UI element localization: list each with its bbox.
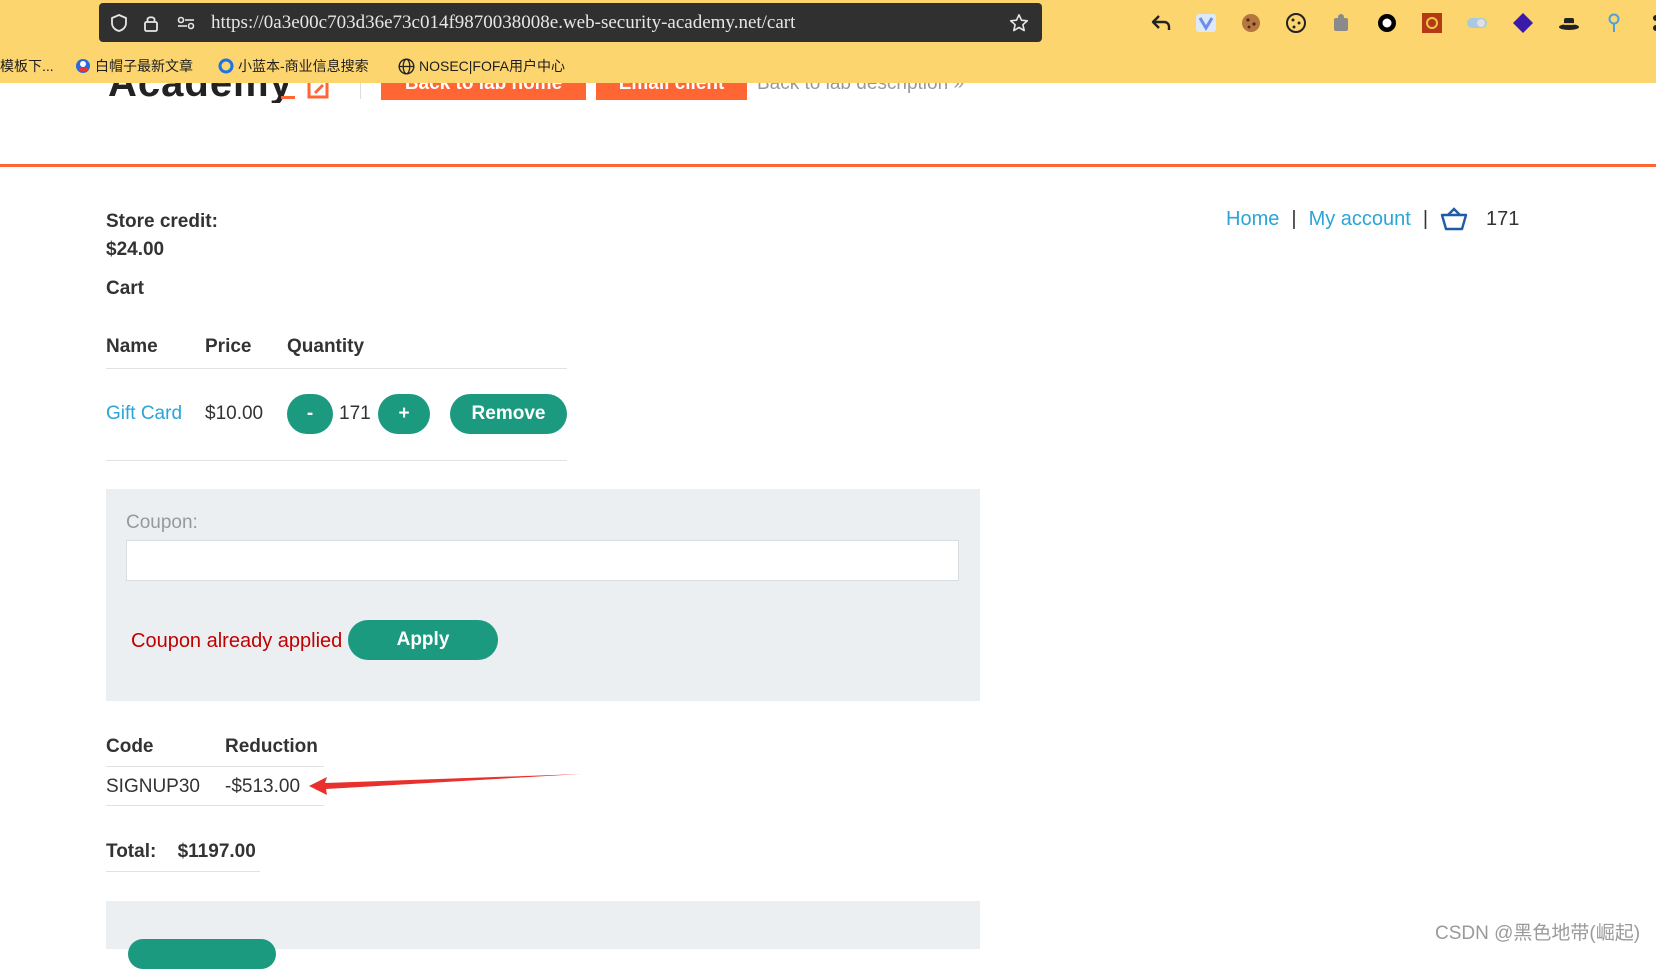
bookmark-label: 白帽子最新文章 [95, 58, 193, 74]
address-bar[interactable]: https://0a3e00c703d36e73c014f9870038008e… [99, 3, 1042, 42]
logo-text: Academy [108, 83, 288, 103]
puzzle-icon[interactable] [1330, 12, 1352, 34]
table-rule [106, 871, 260, 872]
url-text[interactable]: https://0a3e00c703d36e73c014f9870038008e… [211, 12, 795, 34]
bookmark-item[interactable]: 白帽子最新文章 [74, 56, 193, 76]
increase-quantity-button[interactable]: + [378, 394, 430, 434]
coupon-reduction: -$513.00 [225, 776, 301, 797]
lab-arrow-icon [307, 83, 331, 100]
header-divider-line [0, 164, 1656, 167]
coupon-code: SIGNUP30 [106, 776, 200, 797]
table-rule [106, 368, 567, 369]
table-rule [106, 460, 567, 461]
column-header-reduction: Reduction [225, 736, 318, 757]
annotation-arrow [309, 774, 581, 795]
decrease-quantity-button[interactable]: - [287, 394, 333, 434]
header-divider [360, 83, 361, 99]
store-credit-label: Store credit: [106, 211, 218, 232]
bookmark-label: 小蓝本-商业信息搜索 [238, 58, 369, 74]
shield-icon[interactable] [109, 13, 129, 33]
overflow-icon[interactable] [1645, 12, 1656, 34]
cart-heading: Cart [106, 278, 145, 299]
circle-icon[interactable] [1376, 12, 1398, 34]
nav-separator: | [1422, 207, 1429, 230]
column-header-quantity: Quantity [287, 336, 365, 357]
column-header-name: Name [106, 336, 158, 357]
pin-icon[interactable] [1603, 12, 1625, 34]
back-to-lab-home-button[interactable]: Back to lab home [381, 83, 586, 100]
coupon-panel: Coupon: Coupon already applied Apply [106, 489, 980, 701]
cookie-icon[interactable] [1240, 12, 1262, 34]
site-permissions-icon[interactable] [176, 13, 196, 33]
wappalyzer-icon[interactable] [1195, 12, 1217, 34]
place-order-panel [106, 901, 980, 969]
bookmark-star-icon[interactable] [1009, 13, 1029, 33]
hat-icon[interactable] [1558, 12, 1580, 34]
coupon-error-message: Coupon already applied [131, 630, 343, 652]
top-nav: Home | My account | 171 [1226, 207, 1519, 231]
product-price: $10.00 [205, 403, 264, 424]
back-to-description-link[interactable]: Back to lab description » [757, 83, 982, 99]
proxy-icon[interactable] [1512, 12, 1534, 34]
table-rule [106, 805, 324, 806]
academy-logo: Academy [108, 83, 288, 103]
total-label: Total: [106, 841, 157, 862]
cart-count[interactable]: 171 [1486, 208, 1519, 231]
place-order-button[interactable] [128, 939, 276, 969]
cart-icon[interactable] [1440, 207, 1468, 231]
lock-icon[interactable] [141, 13, 161, 33]
nav-my-account-link[interactable]: My account [1309, 208, 1411, 231]
back-arrow-icon[interactable] [1150, 12, 1172, 34]
baimaozi-icon [74, 58, 91, 75]
coupon-label: Coupon: [126, 512, 198, 533]
total-value: $1197.00 [177, 841, 256, 862]
bookmark-item[interactable]: NOSEC|FOFA用户中心 [398, 56, 565, 76]
bookmark-item[interactable]: 模板下... [0, 56, 54, 76]
globe-icon [398, 57, 415, 75]
quantity-value: 171 [339, 403, 371, 424]
product-link[interactable]: Gift Card [106, 403, 182, 425]
toggle-icon[interactable] [1466, 12, 1488, 34]
bookmark-label: 模板下... [0, 58, 54, 74]
cookie-editor-icon[interactable] [1285, 12, 1307, 34]
logo-swoosh [281, 91, 295, 99]
bookmark-label: NOSEC|FOFA用户中心 [419, 58, 565, 74]
nav-separator: | [1291, 207, 1297, 230]
hackbar-icon[interactable] [1421, 12, 1443, 34]
nav-home-link[interactable]: Home [1226, 208, 1279, 231]
store-credit: Store credit: $24.00 [106, 208, 218, 264]
bookmarks-bar: 模板下... 白帽子最新文章 小蓝本-商业信息搜索 NOSEC|FOFA用户中心 [0, 52, 1656, 78]
column-header-price: Price [205, 336, 252, 357]
watermark: CSDN @黑色地带(崛起) [1435, 923, 1641, 944]
column-header-code: Code [106, 736, 154, 757]
coupon-input[interactable] [126, 540, 959, 581]
browser-toolbar: https://0a3e00c703d36e73c014f9870038008e… [0, 0, 1656, 83]
store-credit-value: $24.00 [106, 239, 165, 260]
xiaolanben-icon [217, 58, 234, 75]
email-client-button[interactable]: Email client [596, 83, 747, 100]
apply-coupon-button[interactable]: Apply [348, 620, 498, 660]
order-total: Total: $1197.00 [106, 841, 260, 872]
bookmark-item[interactable]: 小蓝本-商业信息搜索 [217, 56, 369, 76]
remove-button[interactable]: Remove [450, 394, 567, 434]
table-rule [106, 766, 324, 767]
